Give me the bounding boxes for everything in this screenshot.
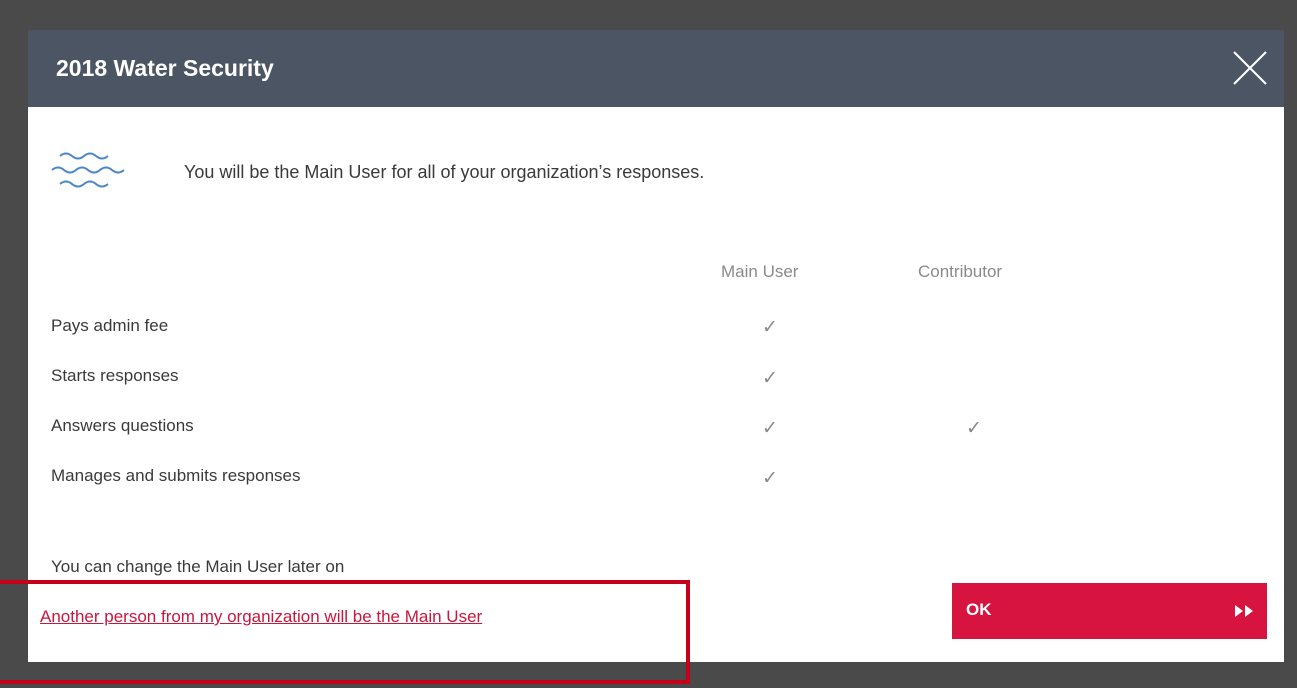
dialog-title: 2018 Water Security <box>56 55 274 81</box>
change-main-user-note: You can change the Main User later on <box>51 557 345 576</box>
water-waves-icon <box>51 152 125 188</box>
row-label-answers-questions: Answers questions <box>51 416 194 435</box>
row-label-pays-admin-fee: Pays admin fee <box>51 316 169 335</box>
check-icon: ✓ <box>762 468 778 489</box>
dialog-header: 2018 Water Security <box>28 30 1284 107</box>
another-person-main-user-link[interactable]: Another person from my organization will… <box>40 607 482 627</box>
close-icon <box>1233 51 1267 85</box>
row-label-starts-responses: Starts responses <box>51 366 179 385</box>
check-icon: ✓ <box>762 317 778 338</box>
fast-forward-icon <box>1235 605 1253 617</box>
close-button[interactable] <box>1230 48 1270 88</box>
intro-row: You will be the Main User for all of you… <box>50 148 950 198</box>
column-header-main-user: Main User <box>721 262 799 281</box>
ok-button-label: OK <box>966 600 992 619</box>
intro-text: You will be the Main User for all of you… <box>184 162 705 182</box>
check-icon: ✓ <box>762 418 778 439</box>
ok-button[interactable]: OK <box>952 583 1267 639</box>
column-header-contributor: Contributor <box>918 262 1003 281</box>
check-icon: ✓ <box>762 368 778 389</box>
row-label-manages-submits: Manages and submits responses <box>51 466 301 485</box>
main-user-dialog: 2018 Water Security You will be the Main… <box>28 30 1284 662</box>
check-icon: ✓ <box>966 418 982 439</box>
